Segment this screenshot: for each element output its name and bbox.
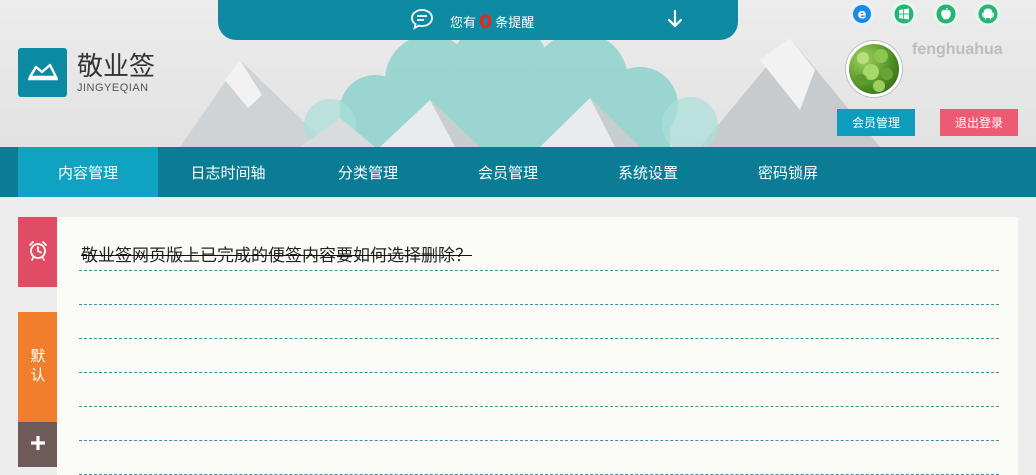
nav-item-content-management[interactable]: 内容管理 bbox=[18, 147, 158, 197]
ruled-line bbox=[79, 338, 999, 339]
reminder-count: 0 bbox=[479, 11, 493, 33]
windows-icon[interactable] bbox=[891, 1, 916, 26]
plus-icon bbox=[29, 434, 47, 456]
platform-links: e bbox=[849, 1, 1017, 26]
member-management-button[interactable]: 会员管理 bbox=[837, 109, 915, 136]
reminder-bar[interactable]: 您有 0 条提醒 bbox=[218, 0, 738, 40]
ruled-line bbox=[79, 304, 999, 305]
ruled-line bbox=[79, 440, 999, 441]
brand-logo[interactable]: 敬业签 JINGYEQIAN bbox=[18, 48, 155, 97]
nav-item-category-management[interactable]: 分类管理 bbox=[298, 147, 438, 197]
logout-button[interactable]: 退出登录 bbox=[940, 109, 1018, 136]
avatar[interactable] bbox=[846, 41, 902, 97]
category-tab-label: 默认 bbox=[28, 348, 47, 386]
main-nav: 内容管理 日志时间轴 分类管理 会员管理 系统设置 密码锁屏 bbox=[0, 147, 1036, 197]
nav-item-system-settings[interactable]: 系统设置 bbox=[578, 147, 718, 197]
apple-icon[interactable] bbox=[933, 1, 958, 26]
reminder-message: 您有 0 条提醒 bbox=[450, 10, 535, 33]
ruled-line bbox=[79, 406, 999, 407]
ruled-line bbox=[79, 270, 999, 271]
username: fenghuahua bbox=[912, 41, 1003, 58]
ie-icon[interactable]: e bbox=[849, 1, 874, 26]
note-paper: 敬业签网页版上已完成的便签内容要如何选择删除？ bbox=[57, 217, 1018, 475]
note-item-completed[interactable]: 敬业签网页版上已完成的便签内容要如何选择删除？ bbox=[81, 241, 472, 266]
arrow-down-icon[interactable] bbox=[666, 9, 684, 33]
add-category-button[interactable] bbox=[18, 422, 57, 467]
brand-title: 敬业签 bbox=[77, 51, 156, 82]
category-tab-default[interactable]: 默认 bbox=[18, 312, 57, 422]
reminder-suffix: 条提醒 bbox=[495, 16, 535, 31]
nav-item-lock-screen[interactable]: 密码锁屏 bbox=[718, 147, 858, 197]
brand-subtitle: JINGYEQIAN bbox=[77, 81, 149, 94]
nav-item-log-timeline[interactable]: 日志时间轴 bbox=[158, 147, 298, 197]
svg-text:e: e bbox=[857, 7, 866, 22]
alarm-clock-icon bbox=[27, 239, 49, 265]
chat-bubble-icon bbox=[410, 8, 434, 34]
header: 敬业签 JINGYEQIAN 您有 0 条提醒 e fenghuahua 会员管… bbox=[0, 0, 1036, 147]
reminder-prefix: 您有 bbox=[450, 16, 477, 31]
nav-item-member-management[interactable]: 会员管理 bbox=[438, 147, 578, 197]
reminder-tab[interactable] bbox=[18, 217, 57, 287]
logo-icon bbox=[18, 48, 67, 97]
android-icon[interactable] bbox=[975, 1, 1000, 26]
ruled-line bbox=[79, 372, 999, 373]
